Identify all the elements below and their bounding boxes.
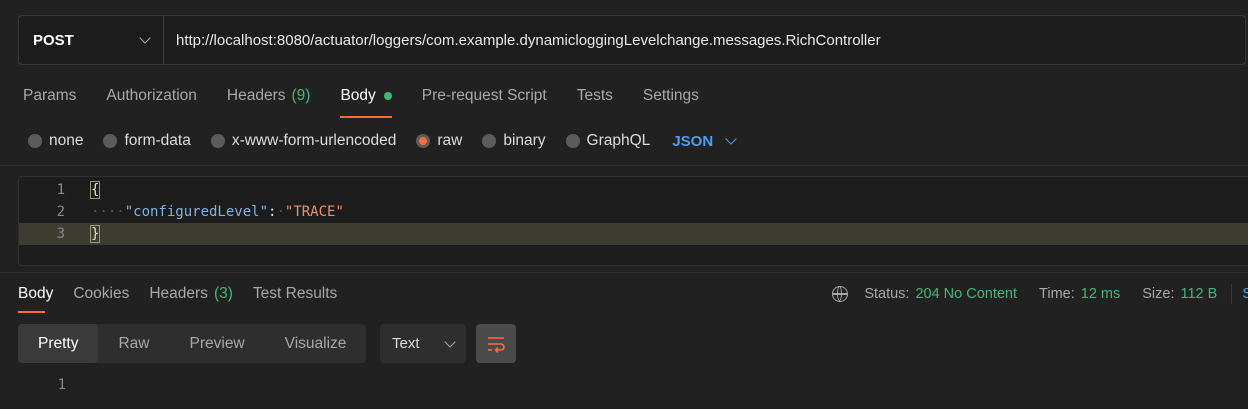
line-number: 3 [56,226,65,242]
view-tab-preview[interactable]: Preview [170,324,265,363]
status-value[interactable]: 204 No Content [915,286,1017,302]
line-number: 2 [56,204,65,220]
body-type-raw[interactable]: raw [416,132,462,150]
tab-label: Pre-request Script [421,87,547,104]
line-code: { [89,181,101,199]
time-value[interactable]: 12 ms [1081,286,1121,302]
headers-count: (3) [213,285,233,302]
editor-line: 2 ····"configuredLevel":·"TRACE" [19,201,1248,223]
globe-icon[interactable] [832,286,849,302]
request-bar: POST http://localhost:8080/actuator/logg… [18,15,1246,65]
editor-line-active: 3 } [19,223,1248,245]
body-type-none[interactable]: none [28,132,83,150]
response-tab-body[interactable]: Body [0,275,63,313]
tab-label: Tests [576,87,613,104]
divider [0,272,1248,273]
time-label: Time: [1039,286,1075,302]
tab-label: Headers [226,87,286,104]
tab-authorization[interactable]: Authorization [91,78,211,114]
body-indicator-dot [383,92,392,100]
radio-label: raw [437,132,463,149]
method-select[interactable]: POST [19,16,164,64]
radio-icon[interactable] [28,134,42,148]
tab-params[interactable]: Params [0,78,91,114]
response-tab-test-results[interactable]: Test Results [243,275,347,313]
response-tabs: Body Cookies Headers (3) Test Results [0,275,347,313]
chevron-down-icon [725,133,737,145]
response-line-number: 1 [57,377,66,393]
open-brace: { [89,181,101,199]
radio-label: none [49,132,84,149]
radio-selected-icon[interactable] [416,134,431,148]
request-tabs: Params Authorization Headers (9) Body Pre… [0,78,714,118]
tab-body[interactable]: Body [325,78,406,118]
language-label: JSON [672,132,714,150]
format-label: Text [392,335,420,352]
body-editor[interactable]: 1 { 2 ····"configuredLevel":·"TRACE" 3 } [18,176,1248,266]
chevron-down-icon [139,32,151,44]
size-value[interactable]: 112 B [1181,286,1218,302]
radio-icon[interactable] [210,134,225,148]
radio-icon[interactable] [482,134,497,148]
body-type-options: none form-data x-www-form-urlencoded raw… [28,129,737,153]
divider [0,165,1248,166]
view-tab-pretty[interactable]: Pretty [18,324,99,363]
response-status: Status: 204 No Content Time: 12 ms Size:… [832,282,1248,306]
tab-label: Headers [149,285,208,302]
radio-label: x-www-form-urlencoded [231,132,397,149]
tab-tests[interactable]: Tests [562,78,628,114]
tab-label: Params [23,87,77,104]
radio-label: binary [503,132,546,149]
tab-label: Body [340,87,376,104]
editor-line: 1 { [19,179,1248,201]
tab-label: Settings [642,87,699,104]
body-type-graphql[interactable]: GraphQL [565,132,651,150]
view-tab-raw[interactable]: Raw [98,324,169,363]
body-type-urlencoded[interactable]: x-www-form-urlencoded [210,132,397,150]
method-label: POST [33,31,74,49]
body-type-binary[interactable]: binary [482,132,546,150]
url-input[interactable]: http://localhost:8080/actuator/loggers/c… [164,16,881,64]
tab-label: Body [18,285,54,302]
radio-icon[interactable] [103,134,118,148]
json-key: "configuredLevel" [124,204,269,220]
chevron-down-icon [444,335,456,348]
format-select[interactable]: Text [380,324,466,363]
view-tab-visualize[interactable]: Visualize [265,324,367,363]
tab-pre-request-script[interactable]: Pre-request Script [407,78,562,114]
body-type-form-data[interactable]: form-data [103,132,191,150]
divider [1231,284,1233,304]
line-code: ····"configuredLevel":·"TRACE" [91,204,344,220]
size-label: Size: [1142,286,1175,302]
wrap-lines-button[interactable] [476,324,516,363]
wrap-lines-icon [488,336,505,353]
json-value: "TRACE" [284,204,344,220]
line-code: } [89,225,101,243]
save-response-glyph[interactable]: S [1242,286,1248,302]
radio-icon[interactable] [565,134,580,148]
response-tab-headers[interactable]: Headers (3) [139,275,243,313]
close-brace: } [89,225,101,243]
headers-count: (9) [291,87,311,104]
tab-label: Authorization [106,87,197,104]
tab-headers[interactable]: Headers (9) [212,78,326,114]
line-number: 1 [56,182,65,198]
tab-label: Cookies [73,285,130,302]
response-tab-cookies[interactable]: Cookies [63,275,139,313]
tab-settings[interactable]: Settings [628,78,714,114]
radio-label: GraphQL [586,132,651,149]
response-view-tabs: Pretty Raw Preview Visualize [18,324,367,363]
radio-label: form-data [124,132,191,149]
tab-label: Test Results [252,285,338,302]
status-label: Status: [864,286,910,302]
language-select[interactable]: JSON [672,132,737,150]
